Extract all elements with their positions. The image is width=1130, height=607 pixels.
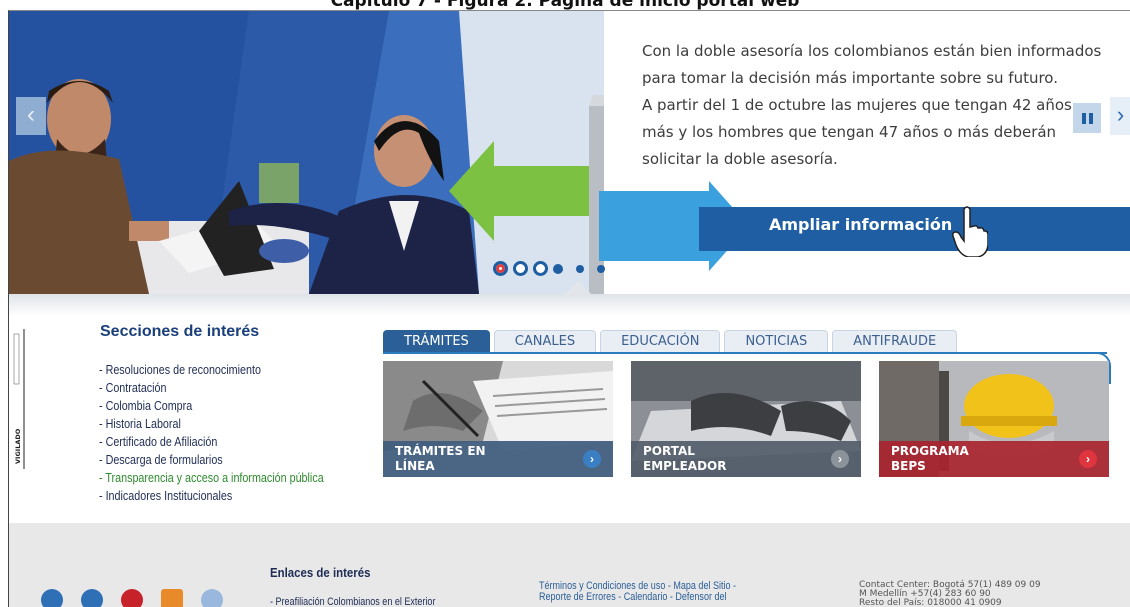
sections-list: - Resoluciones de reconocimiento - Contr… — [99, 361, 360, 505]
vigilado-text: VIGILADO — [14, 428, 22, 464]
slider-pause-button[interactable] — [1073, 103, 1101, 133]
facebook-icon[interactable] — [81, 589, 103, 607]
youtube-icon[interactable] — [121, 589, 143, 607]
card-label: PORTAL EMPLEADOR — [643, 444, 727, 473]
slide-text-line: Con la doble asesoría los colombianos es… — [642, 42, 1102, 60]
section-link[interactable]: - Certificado de Afiliación — [99, 433, 324, 451]
slide-dot-3[interactable] — [533, 261, 548, 276]
slider-prev-button[interactable]: ‹ — [16, 97, 46, 135]
section-link[interactable]: - Colombia Compra — [99, 397, 324, 415]
slide-dot-6[interactable] — [597, 264, 605, 273]
card-label: TRÁMITES EN LÍNEA — [395, 444, 486, 473]
card-programa-beps[interactable]: PROGRAMA BEPS › — [879, 361, 1109, 477]
tab-educacion[interactable]: EDUCACIÓN — [600, 330, 721, 353]
slide-dot-2[interactable] — [513, 261, 528, 276]
hero-shelf — [9, 294, 1130, 316]
slide-text-line: solicitar la doble asesoría. — [642, 150, 838, 168]
footer-contact: Contact Center: Bogotá 57(1) 489 09 09 M… — [859, 581, 1041, 607]
tab-tramites[interactable]: TRÁMITES — [383, 330, 490, 353]
hero-notch — [562, 281, 594, 297]
section-link[interactable]: - Resoluciones de reconocimiento — [99, 361, 324, 379]
footer-terms-line[interactable]: Reporte de Errores - Calendario - Defens… — [539, 592, 736, 603]
section-link-highlighted[interactable]: - Transparencia y acceso a información p… — [99, 469, 324, 487]
slide-text-line: A partir del 1 de octubre las mujeres qu… — [642, 96, 1072, 114]
slide-text-line: más y los hombres que tengan 47 años o m… — [642, 123, 1057, 141]
tab-antifraude[interactable]: ANTIFRAUDE — [832, 330, 958, 353]
card-tramites-en-linea[interactable]: TRÁMITES EN LÍNEA › — [383, 361, 613, 477]
section-link[interactable]: - Contratación — [99, 379, 324, 397]
chevron-right-icon[interactable]: › — [1079, 450, 1097, 468]
browser-viewport: Ampliar información Con la doble asesorí… — [8, 10, 1130, 607]
twitter-icon[interactable] — [41, 589, 63, 607]
footer-links-title: Enlaces de interés — [270, 565, 371, 580]
chevron-right-icon[interactable]: › — [583, 450, 601, 468]
tab-canales[interactable]: CANALES — [493, 330, 597, 353]
sections-title: Secciones de interés — [100, 323, 260, 340]
slide-dot-4[interactable] — [553, 263, 563, 274]
chevron-right-icon[interactable]: › — [831, 450, 849, 468]
section-link[interactable]: - Historia Laboral — [99, 415, 324, 433]
hero-photo — [9, 11, 609, 294]
hero-slider: Ampliar información Con la doble asesorí… — [9, 11, 1130, 294]
hand-pointer-icon — [952, 205, 989, 262]
footer-terms: Términos y Condiciones de uso - Mapa del… — [539, 581, 736, 603]
rss-icon[interactable] — [161, 589, 183, 607]
slide-text: Con la doble asesoría los colombianos es… — [642, 38, 1112, 173]
tab-panel-border — [383, 352, 1107, 354]
slide-dot-1[interactable] — [493, 261, 508, 276]
footer-link[interactable]: - Preafiliación Colombianos en el Exteri… — [270, 596, 435, 607]
pause-icon — [1081, 112, 1086, 124]
section-link[interactable]: - Indicadores Institucionales — [99, 487, 324, 505]
slider-pagination — [493, 261, 605, 276]
card-label: PROGRAMA BEPS — [891, 444, 969, 473]
tab-noticias[interactable]: NOTICIAS — [724, 330, 829, 353]
vigilado-seal: VIGILADO — [13, 329, 25, 469]
satellite-icon[interactable] — [201, 589, 223, 607]
slide-text-line: para tomar la decisión más importante so… — [642, 69, 1058, 87]
slide-dot-5[interactable] — [576, 264, 584, 273]
ampliar-informacion-link[interactable]: Ampliar información — [769, 215, 952, 234]
slider-next-button[interactable]: › — [1110, 97, 1130, 135]
social-links — [41, 589, 223, 607]
tab-bar: TRÁMITES CANALES EDUCACIÓN NOTICIAS ANTI… — [383, 330, 958, 353]
card-portal-empleador[interactable]: PORTAL EMPLEADOR › — [631, 361, 861, 477]
section-link[interactable]: - Descarga de formularios — [99, 451, 324, 469]
